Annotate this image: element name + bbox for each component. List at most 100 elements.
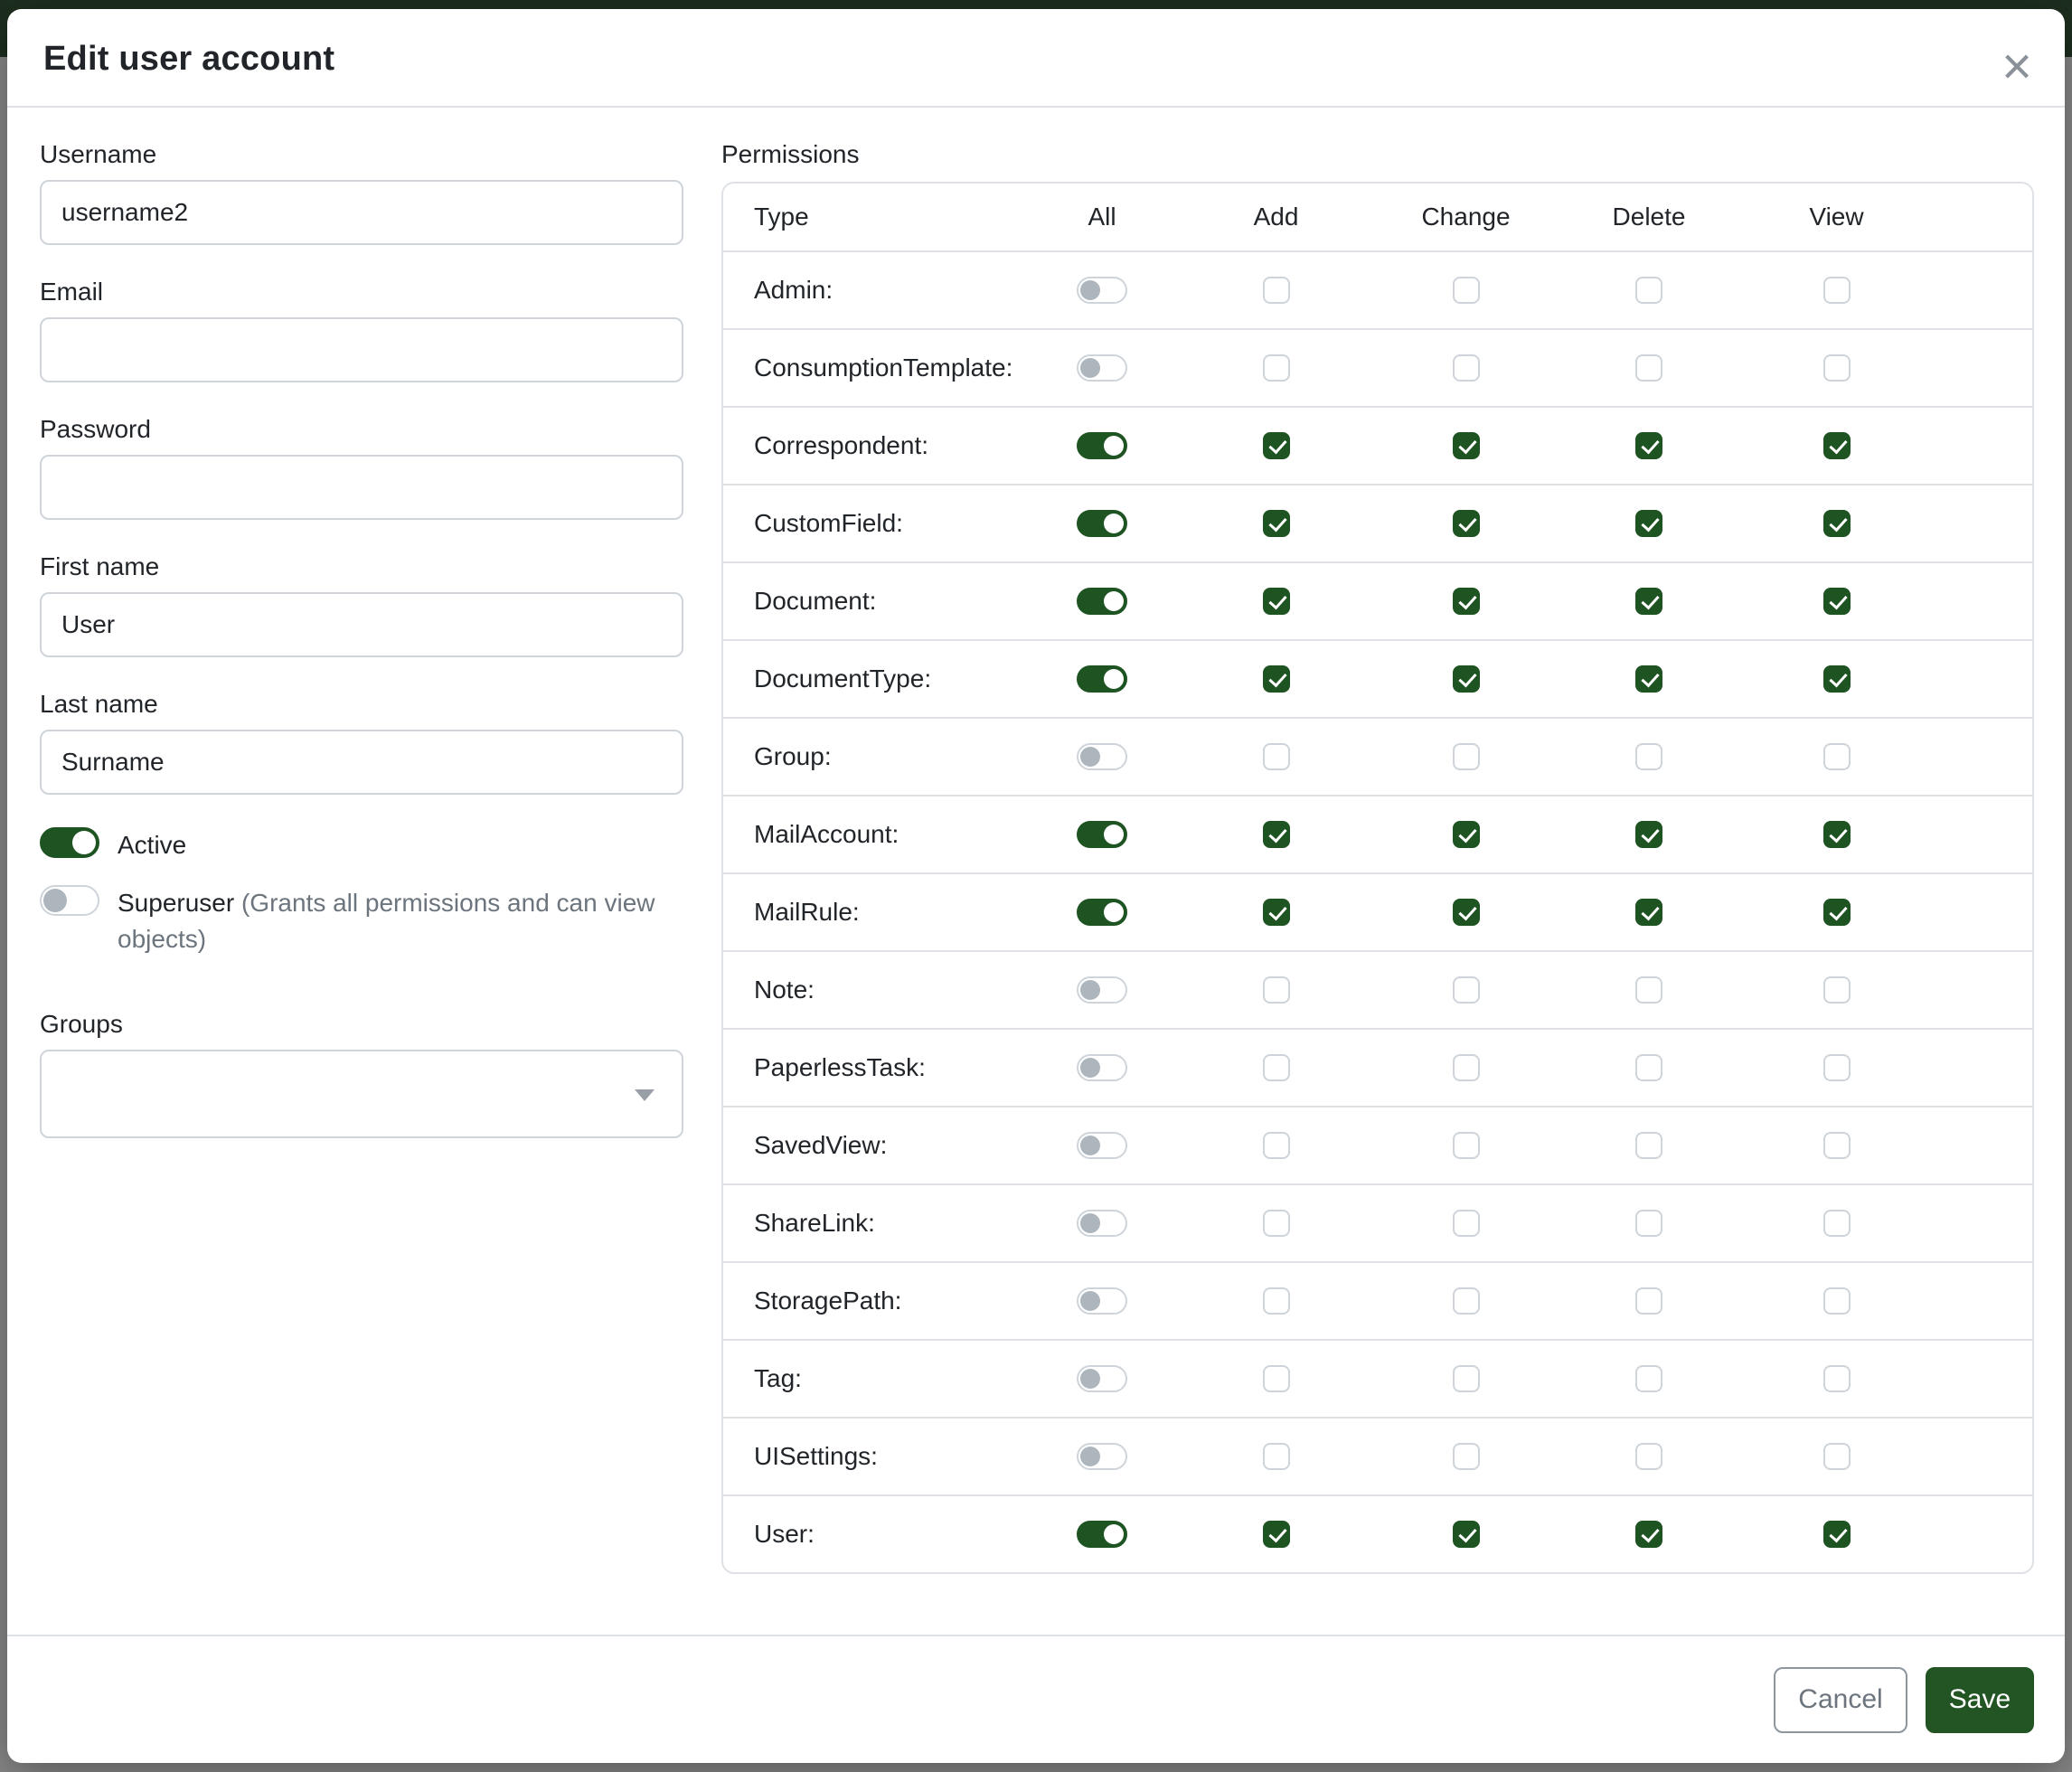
permission-add-checkbox[interactable] xyxy=(1263,1365,1290,1392)
permission-delete-checkbox[interactable] xyxy=(1635,1287,1662,1315)
permission-change-checkbox[interactable] xyxy=(1453,1132,1480,1159)
permission-view-checkbox[interactable] xyxy=(1823,821,1851,848)
permission-view-checkbox[interactable] xyxy=(1823,432,1851,459)
permission-all-toggle[interactable] xyxy=(1077,976,1127,1004)
permission-add-checkbox[interactable] xyxy=(1263,1054,1290,1081)
permission-view-checkbox[interactable] xyxy=(1823,1210,1851,1237)
cancel-button[interactable]: Cancel xyxy=(1774,1667,1907,1733)
permission-view-checkbox[interactable] xyxy=(1823,1287,1851,1315)
username-input[interactable] xyxy=(40,180,683,245)
permission-all-toggle[interactable] xyxy=(1077,821,1127,848)
permission-all-toggle[interactable] xyxy=(1077,899,1127,926)
permission-add-checkbox[interactable] xyxy=(1263,1521,1290,1548)
permission-delete-checkbox[interactable] xyxy=(1635,588,1662,615)
permission-view-checkbox[interactable] xyxy=(1823,354,1851,382)
permission-delete-checkbox[interactable] xyxy=(1635,1365,1662,1392)
permission-change-checkbox[interactable] xyxy=(1453,277,1480,304)
first-name-field[interactable] xyxy=(40,592,683,657)
permission-delete-checkbox[interactable] xyxy=(1635,1443,1662,1470)
permission-all-toggle[interactable] xyxy=(1077,1287,1127,1315)
permission-delete-checkbox[interactable] xyxy=(1635,432,1662,459)
permission-delete-checkbox[interactable] xyxy=(1635,665,1662,693)
permission-delete-checkbox[interactable] xyxy=(1635,1132,1662,1159)
password-field[interactable] xyxy=(40,455,683,520)
permission-all-toggle[interactable] xyxy=(1077,1132,1127,1159)
permission-delete-checkbox[interactable] xyxy=(1635,510,1662,537)
permission-change-checkbox[interactable] xyxy=(1453,1210,1480,1237)
permission-add-checkbox[interactable] xyxy=(1263,1132,1290,1159)
permission-view-checkbox[interactable] xyxy=(1823,1443,1851,1470)
permission-row: PaperlessTask: xyxy=(723,1028,2032,1106)
active-toggle[interactable] xyxy=(40,827,99,858)
permission-view-checkbox[interactable] xyxy=(1823,976,1851,1004)
permission-add-checkbox[interactable] xyxy=(1263,354,1290,382)
permission-all-toggle[interactable] xyxy=(1077,1443,1127,1470)
email-field[interactable] xyxy=(40,317,683,382)
permission-delete-checkbox[interactable] xyxy=(1635,354,1662,382)
permission-change-checkbox[interactable] xyxy=(1453,1287,1480,1315)
permission-change-checkbox[interactable] xyxy=(1453,510,1480,537)
permission-add-checkbox[interactable] xyxy=(1263,277,1290,304)
permission-add-checkbox[interactable] xyxy=(1263,976,1290,1004)
permission-add-checkbox[interactable] xyxy=(1263,743,1290,770)
permission-delete-checkbox[interactable] xyxy=(1635,899,1662,926)
permission-all-toggle[interactable] xyxy=(1077,354,1127,382)
permission-view-checkbox[interactable] xyxy=(1823,899,1851,926)
permission-add-checkbox[interactable] xyxy=(1263,1287,1290,1315)
permission-change-checkbox[interactable] xyxy=(1453,354,1480,382)
permission-view-checkbox[interactable] xyxy=(1823,277,1851,304)
permission-all-toggle[interactable] xyxy=(1077,588,1127,615)
permission-type-label: PaperlessTask: xyxy=(754,1053,1025,1082)
permission-change-checkbox[interactable] xyxy=(1453,1365,1480,1392)
permission-view-checkbox[interactable] xyxy=(1823,1365,1851,1392)
permission-all-toggle[interactable] xyxy=(1077,1054,1127,1081)
permission-all-toggle[interactable] xyxy=(1077,743,1127,770)
toggle-knob xyxy=(43,889,67,912)
permission-view-checkbox[interactable] xyxy=(1823,743,1851,770)
permission-add-checkbox[interactable] xyxy=(1263,432,1290,459)
permission-delete-checkbox[interactable] xyxy=(1635,1210,1662,1237)
permission-row: MailAccount: xyxy=(723,795,2032,872)
permission-all-toggle[interactable] xyxy=(1077,510,1127,537)
permission-view-checkbox[interactable] xyxy=(1823,510,1851,537)
permission-all-toggle[interactable] xyxy=(1077,277,1127,304)
permission-all-toggle[interactable] xyxy=(1077,1365,1127,1392)
permission-add-checkbox[interactable] xyxy=(1263,1443,1290,1470)
permission-change-checkbox[interactable] xyxy=(1453,1443,1480,1470)
permission-change-checkbox[interactable] xyxy=(1453,432,1480,459)
permission-delete-checkbox[interactable] xyxy=(1635,1521,1662,1548)
permission-view-checkbox[interactable] xyxy=(1823,1054,1851,1081)
permission-view-checkbox[interactable] xyxy=(1823,665,1851,693)
superuser-toggle[interactable] xyxy=(40,885,99,916)
permission-delete-checkbox[interactable] xyxy=(1635,277,1662,304)
permission-delete-checkbox[interactable] xyxy=(1635,1054,1662,1081)
permission-add-checkbox[interactable] xyxy=(1263,665,1290,693)
permission-delete-checkbox[interactable] xyxy=(1635,821,1662,848)
permission-all-toggle[interactable] xyxy=(1077,1210,1127,1237)
close-button[interactable]: × xyxy=(2001,49,2032,85)
permission-all-toggle[interactable] xyxy=(1077,1521,1127,1548)
last-name-field[interactable] xyxy=(40,730,683,795)
permission-add-checkbox[interactable] xyxy=(1263,588,1290,615)
permission-change-checkbox[interactable] xyxy=(1453,588,1480,615)
permission-all-toggle[interactable] xyxy=(1077,432,1127,459)
groups-select[interactable] xyxy=(40,1050,683,1138)
permission-change-checkbox[interactable] xyxy=(1453,821,1480,848)
permission-add-checkbox[interactable] xyxy=(1263,1210,1290,1237)
permission-change-checkbox[interactable] xyxy=(1453,976,1480,1004)
permission-change-checkbox[interactable] xyxy=(1453,1521,1480,1548)
permission-change-checkbox[interactable] xyxy=(1453,899,1480,926)
save-button[interactable]: Save xyxy=(1926,1667,2034,1733)
permission-all-toggle[interactable] xyxy=(1077,665,1127,693)
permission-change-checkbox[interactable] xyxy=(1453,743,1480,770)
permission-delete-checkbox[interactable] xyxy=(1635,743,1662,770)
permission-view-checkbox[interactable] xyxy=(1823,1132,1851,1159)
permission-add-checkbox[interactable] xyxy=(1263,899,1290,926)
permission-delete-checkbox[interactable] xyxy=(1635,976,1662,1004)
permission-view-checkbox[interactable] xyxy=(1823,588,1851,615)
permission-change-checkbox[interactable] xyxy=(1453,665,1480,693)
permission-add-checkbox[interactable] xyxy=(1263,821,1290,848)
permission-add-checkbox[interactable] xyxy=(1263,510,1290,537)
permission-change-checkbox[interactable] xyxy=(1453,1054,1480,1081)
permission-view-checkbox[interactable] xyxy=(1823,1521,1851,1548)
